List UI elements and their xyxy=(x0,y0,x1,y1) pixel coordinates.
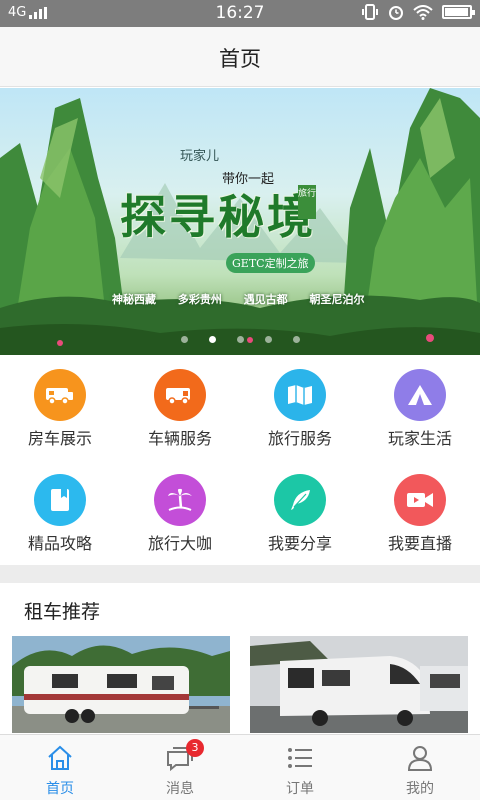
feature-label: 我要分享 xyxy=(267,534,332,553)
map-icon xyxy=(274,369,326,421)
banner-destinations: 神秘西藏 多彩贵州 遇见古都 朝圣尼泊尔 xyxy=(112,291,383,307)
carousel-indicator xyxy=(0,336,480,343)
banner-seal: 旅行 xyxy=(298,185,316,219)
tab-label: 消息 xyxy=(166,781,194,797)
campervan-photo xyxy=(250,636,468,733)
bottom-tab-bar: 首页 3 消息 订单 我的 xyxy=(0,734,480,800)
tab-profile[interactable]: 我的 xyxy=(360,735,480,800)
alarm-icon xyxy=(389,6,403,20)
rent-section-title: 租车推荐 xyxy=(24,601,101,623)
feature-rv-showcase[interactable]: 房车展示 xyxy=(0,355,120,460)
tab-home[interactable]: 首页 xyxy=(0,735,120,800)
feature-travel-guides[interactable]: 精品攻略 xyxy=(0,460,120,565)
carousel-dot[interactable] xyxy=(236,336,244,343)
feature-live-stream[interactable]: 我要直播 xyxy=(360,460,480,565)
feature-label: 旅行服务 xyxy=(267,429,332,448)
tab-messages[interactable]: 3 消息 xyxy=(120,735,240,800)
banner-tag: GETC定制之旅 xyxy=(226,253,315,273)
unread-badge: 3 xyxy=(186,739,204,757)
rental-card-caravan[interactable] xyxy=(12,636,230,733)
palm-tree-icon xyxy=(154,474,206,526)
feature-player-life[interactable]: 玩家生活 xyxy=(360,355,480,460)
banner-brand: 玩家儿 xyxy=(180,149,220,164)
tab-orders[interactable]: 订单 xyxy=(240,735,360,800)
feature-vehicle-service[interactable]: 车辆服务 xyxy=(120,355,240,460)
feature-label: 房车展示 xyxy=(27,429,92,448)
tab-label: 首页 xyxy=(46,781,74,797)
page-title: 首页 xyxy=(219,47,261,71)
rental-card-campervan[interactable] xyxy=(250,636,468,733)
feather-icon xyxy=(274,474,326,526)
order-list-icon xyxy=(288,748,312,768)
feature-share[interactable]: 我要分享 xyxy=(240,460,360,565)
destination-label: 神秘西藏 xyxy=(112,293,156,306)
tent-icon xyxy=(394,369,446,421)
carousel-dot[interactable] xyxy=(208,336,216,343)
rv-icon xyxy=(34,369,86,421)
feature-label: 我要直播 xyxy=(387,534,452,553)
home-icon xyxy=(48,745,72,770)
guide-book-icon xyxy=(34,474,86,526)
feature-label: 玩家生活 xyxy=(387,429,452,448)
destination-label: 多彩贵州 xyxy=(177,293,222,306)
destination-label: 朝圣尼泊尔 xyxy=(309,293,365,306)
status-bar: 4G 16:27 xyxy=(0,0,480,27)
tab-label: 我的 xyxy=(406,781,434,797)
feature-travel-service[interactable]: 旅行服务 xyxy=(240,355,360,460)
feature-label: 精品攻略 xyxy=(27,534,92,553)
destination-label: 遇见古都 xyxy=(243,293,288,306)
feature-travel-experts[interactable]: 旅行大咖 xyxy=(120,460,240,565)
carousel-dot[interactable] xyxy=(264,336,272,343)
video-camera-icon xyxy=(394,474,446,526)
banner-headline: 探寻秘境 xyxy=(120,190,316,244)
user-icon xyxy=(407,746,433,771)
feature-grid: 房车展示 车辆服务 旅行服务 玩家生活 精品攻略 旅行大咖 我要分享 我要直播 xyxy=(0,355,480,565)
section-divider xyxy=(0,565,480,583)
carousel-dot[interactable] xyxy=(292,336,300,343)
battery-icon xyxy=(442,5,475,19)
feature-label: 车辆服务 xyxy=(147,429,212,448)
vehicle-service-icon xyxy=(154,369,206,421)
vibrate-icon xyxy=(362,4,378,20)
wifi-icon xyxy=(413,4,433,20)
promo-banner[interactable]: 玩家儿 带你一起 探寻秘境 旅行 GETC定制之旅 神秘西藏 多彩贵州 遇见古都… xyxy=(0,88,480,355)
tab-label: 订单 xyxy=(286,781,314,797)
carousel-dot[interactable] xyxy=(180,336,188,343)
caravan-photo xyxy=(12,636,230,733)
feature-label: 旅行大咖 xyxy=(147,534,212,553)
app-header: 首页 xyxy=(0,27,480,87)
battery-level xyxy=(445,8,468,16)
